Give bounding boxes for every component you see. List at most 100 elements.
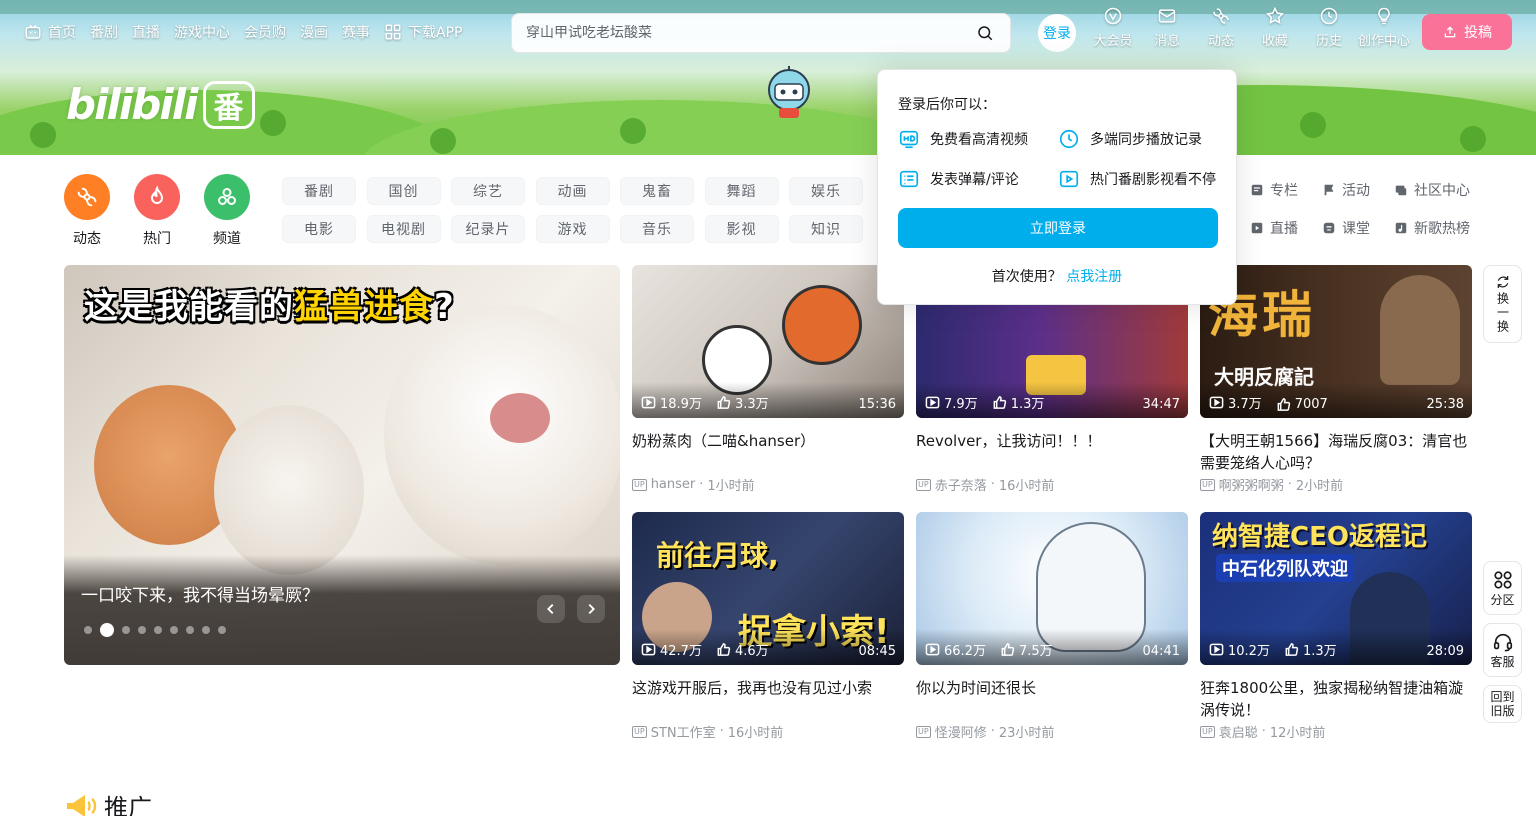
- video-thumbnail[interactable]: 前往月球, 捉拿小索! 42.7万 4.6万 08:45: [632, 512, 904, 665]
- side-link-article[interactable]: 专栏: [1250, 180, 1322, 200]
- channel-chip[interactable]: 纪录片: [451, 215, 525, 243]
- upload-button[interactable]: 投稿: [1422, 14, 1512, 50]
- user-icon-label: 收藏: [1261, 34, 1288, 49]
- video-title[interactable]: Revolver，让我访问！！！: [916, 430, 1188, 474]
- video-title[interactable]: 【大明王朝1566】海瑞反腐03：清官也需要笼络人心吗？: [1200, 430, 1472, 474]
- quick-entry-dynamic[interactable]: 动态: [64, 174, 110, 248]
- video-card[interactable]: 纳智捷CEO返程记 中石化列队欢迎 10.2万 1.3万 28:09 狂奔180…: [1200, 512, 1472, 741]
- banner-clover: [620, 118, 646, 144]
- channel-chip[interactable]: 舞蹈: [704, 177, 779, 205]
- side-link-live[interactable]: 直播: [1250, 218, 1322, 238]
- side-link-community[interactable]: 社区中心: [1394, 180, 1484, 200]
- carousel-dot[interactable]: [84, 626, 92, 634]
- video-title[interactable]: 狂奔1800公里，独家揭秘纳智捷油箱漩涡传说！: [1200, 677, 1472, 721]
- search-button[interactable]: [974, 22, 996, 44]
- meta-separator: ·: [1287, 477, 1292, 492]
- channel-chip[interactable]: 国创: [366, 177, 441, 205]
- messages-button[interactable]: 消息: [1140, 6, 1194, 58]
- side-link-class[interactable]: 课堂: [1322, 218, 1394, 238]
- register-link[interactable]: 点我注册: [1066, 269, 1122, 285]
- view-count: 42.7万: [641, 640, 702, 659]
- carousel-dots: [84, 623, 226, 637]
- carousel-caption[interactable]: 一口咬下来，我不得当场晕厥？: [81, 581, 319, 606]
- quick-entry-channel[interactable]: 频道: [204, 174, 250, 248]
- channel-chip[interactable]: 综艺: [451, 177, 525, 205]
- customer-service-button[interactable]: 客服: [1483, 623, 1522, 677]
- channel-chip[interactable]: 鬼畜: [620, 177, 694, 205]
- nav-game-center[interactable]: 游戏中心: [174, 22, 230, 42]
- channel-chip[interactable]: 电视剧: [366, 215, 441, 243]
- video-meta[interactable]: UP STN工作室 · 16小时前: [632, 722, 904, 741]
- channel-chip[interactable]: 音乐: [620, 215, 694, 243]
- old-version-button[interactable]: 回到旧版: [1483, 685, 1522, 723]
- channel-chip[interactable]: 知识: [789, 215, 863, 243]
- channel-chip[interactable]: 动画: [535, 177, 610, 205]
- hero-carousel[interactable]: 这是我能看的猛兽进食? 一口咬下来，我不得当场晕厥？: [64, 265, 620, 665]
- like-count-text: 7007: [1294, 397, 1328, 412]
- login-now-button[interactable]: 立即登录: [898, 208, 1218, 248]
- video-card[interactable]: 66.2万 7.5万 04:41 你以为时间还很长 UP 怪漫阿修 · 23小时前: [916, 512, 1188, 741]
- nav-vip-shop[interactable]: 会员购: [244, 22, 286, 42]
- carousel-prev-button[interactable]: [537, 595, 565, 623]
- creator-center-button[interactable]: 创作中心: [1356, 6, 1412, 58]
- search-input[interactable]: [526, 25, 974, 41]
- video-meta[interactable]: UP 袁启聪 · 12小时前: [1200, 722, 1472, 741]
- user-icon-label: 历史: [1315, 34, 1342, 49]
- carousel-dot[interactable]: [100, 623, 114, 637]
- play-count-icon: [1209, 396, 1224, 409]
- video-title[interactable]: 奶粉蒸肉（二喵&hanser）: [632, 430, 904, 474]
- video-thumbnail[interactable]: 66.2万 7.5万 04:41: [916, 512, 1188, 665]
- channel-chip[interactable]: 番剧: [282, 177, 356, 205]
- category-button[interactable]: 分区: [1483, 561, 1522, 615]
- video-meta[interactable]: UP 赤子奈落 · 16小时前: [916, 475, 1188, 494]
- video-title[interactable]: 你以为时间还很长: [916, 677, 1188, 721]
- site-logo[interactable]: bilibili 番: [66, 80, 255, 129]
- register-prompt: 首次使用？ 点我注册: [898, 266, 1216, 286]
- carousel-dot[interactable]: [138, 626, 146, 634]
- refresh-icon: [1497, 276, 1508, 288]
- video-thumbnail[interactable]: 纳智捷CEO返程记 中石化列队欢迎 10.2万 1.3万 28:09: [1200, 512, 1472, 665]
- carousel-dot[interactable]: [202, 626, 210, 634]
- carousel-dot[interactable]: [154, 626, 162, 634]
- nav-manga[interactable]: 漫画: [300, 22, 328, 42]
- side-link-music-chart[interactable]: 新歌热榜: [1394, 218, 1484, 238]
- video-card[interactable]: 海瑞 大明反腐記 3.7万 7007 25:38 【大明王朝1566】海瑞反腐0…: [1200, 265, 1472, 494]
- channel-chip[interactable]: 娱乐: [789, 177, 863, 205]
- login-avatar-button[interactable]: 登录: [1038, 14, 1076, 52]
- video-card[interactable]: 18.9万 3.3万 15:36 奶粉蒸肉（二喵&hanser） UP hanse…: [632, 265, 904, 494]
- carousel-next-button[interactable]: [577, 595, 605, 623]
- history-button[interactable]: 历史: [1302, 6, 1356, 58]
- video-meta[interactable]: UP hanser · 1小时前: [632, 475, 904, 494]
- carousel-headline: 这是我能看的猛兽进食?: [84, 279, 455, 328]
- favorites-button[interactable]: 收藏: [1248, 6, 1302, 58]
- video-thumbnail[interactable]: 海瑞 大明反腐記 3.7万 7007 25:38: [1200, 265, 1472, 418]
- like-count-text: 1.3万: [1302, 644, 1337, 659]
- like-count-text: 4.6万: [734, 644, 769, 659]
- play-count-icon: [641, 643, 656, 656]
- thumbnail-portrait: [1380, 275, 1460, 385]
- refresh-button[interactable]: 换一换: [1483, 265, 1522, 343]
- carousel-dot[interactable]: [186, 626, 194, 634]
- carousel-dot[interactable]: [122, 626, 130, 634]
- benefit-list: 免费看高清视频 多端同步播放记录 发表弹幕/评论 热门番剧影视看不停: [898, 128, 1216, 190]
- nav-live[interactable]: 直播: [132, 22, 160, 42]
- nav-anime[interactable]: 番剧: [90, 22, 118, 42]
- channel-chip[interactable]: 影视: [704, 215, 779, 243]
- carousel-dot[interactable]: [170, 626, 178, 634]
- vip-button[interactable]: 大会员: [1086, 6, 1140, 58]
- video-meta[interactable]: UP 啊粥粥啊粥 · 2小时前: [1200, 475, 1472, 494]
- nav-download-app[interactable]: 下载APP: [384, 22, 462, 42]
- dynamic-button[interactable]: 动态: [1194, 6, 1248, 58]
- nav-home[interactable]: 首页: [24, 22, 76, 42]
- side-link-activity[interactable]: 活动: [1322, 180, 1394, 200]
- video-title[interactable]: 这游戏开服后，我再也没有见过小索: [632, 677, 904, 721]
- quick-entry-hot[interactable]: 热门: [134, 174, 180, 248]
- video-card[interactable]: 前往月球, 捉拿小索! 42.7万 4.6万 08:45 这游戏开服后，我再也没…: [632, 512, 904, 741]
- nav-esports[interactable]: 赛事: [342, 22, 370, 42]
- carousel-dot[interactable]: [218, 626, 226, 634]
- video-thumbnail[interactable]: 18.9万 3.3万 15:36: [632, 265, 904, 418]
- video-meta[interactable]: UP 怪漫阿修 · 23小时前: [916, 722, 1188, 741]
- channel-chip[interactable]: 电影: [282, 215, 356, 243]
- channel-chip[interactable]: 游戏: [535, 215, 610, 243]
- user-icon-label: 消息: [1153, 34, 1180, 49]
